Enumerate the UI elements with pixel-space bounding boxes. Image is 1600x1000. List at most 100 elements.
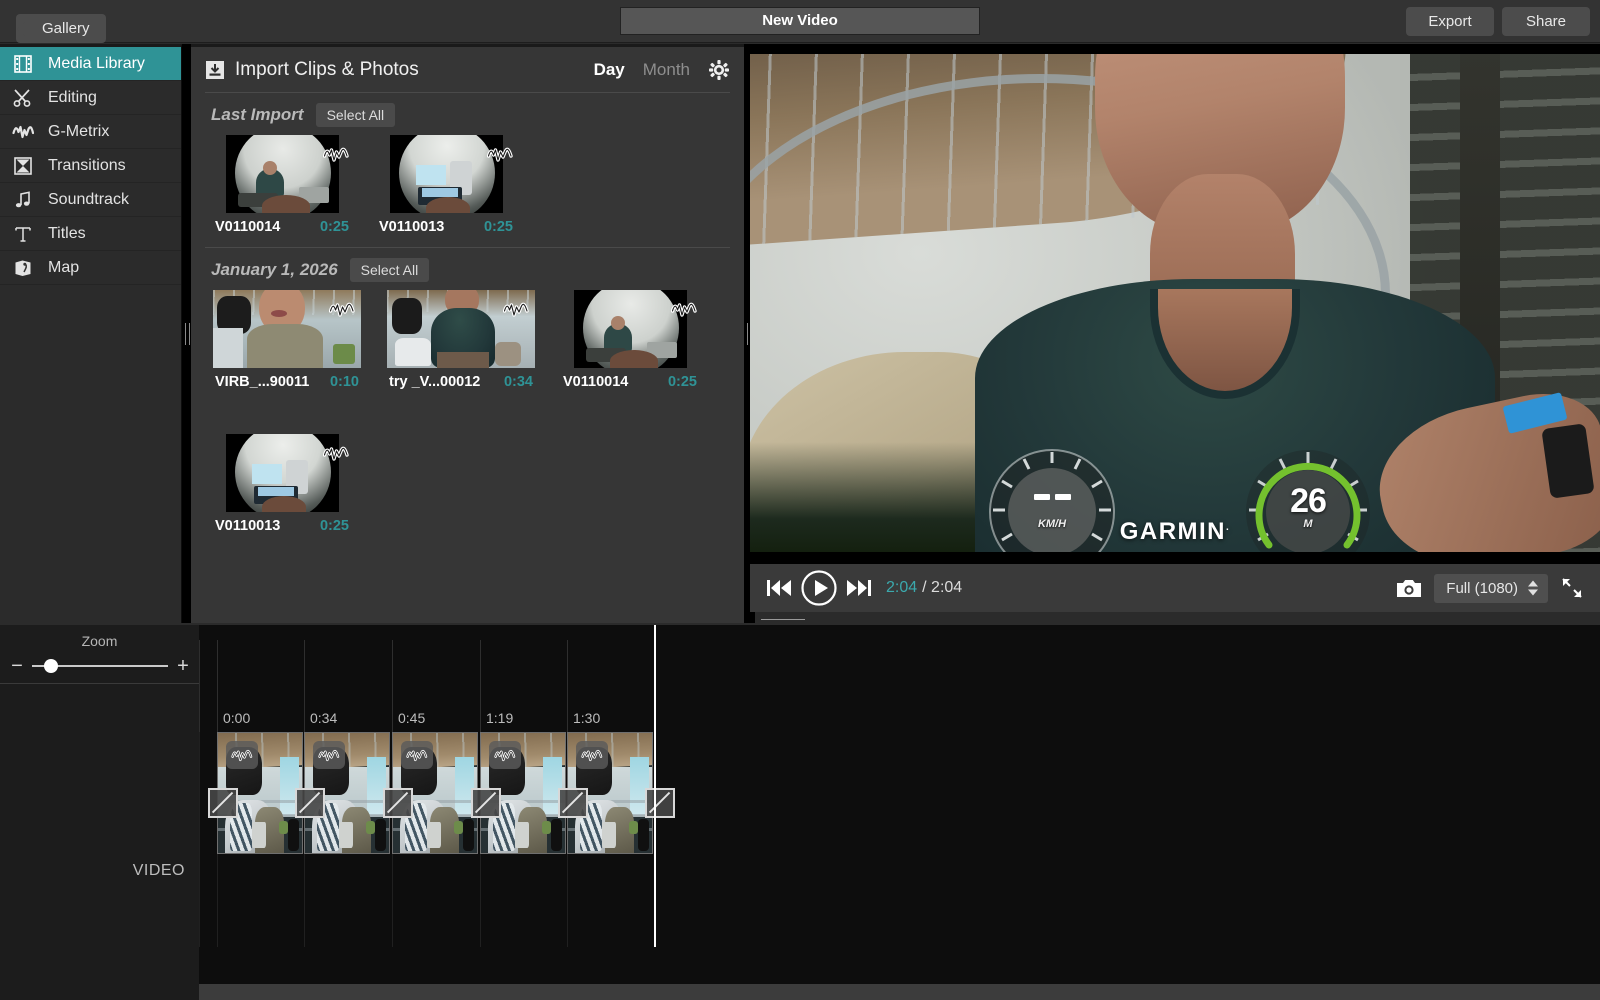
skip-back-icon[interactable] — [766, 576, 792, 600]
sidebar-item-label: Transitions — [48, 157, 126, 175]
transition-handle[interactable] — [383, 788, 413, 818]
transition-handle[interactable] — [558, 788, 588, 818]
video-track-label: VIDEO — [0, 862, 185, 880]
media-thumb[interactable]: try _V...00012 0:34 — [387, 290, 535, 390]
fullscreen-icon[interactable] — [1560, 576, 1584, 600]
gallery-back-button-inner[interactable]: Gallery — [16, 14, 106, 43]
ruler-tick: 0:00 — [217, 710, 250, 726]
ruler-tick: 1:19 — [480, 710, 513, 726]
clip-duration: 0:25 — [484, 219, 513, 235]
elevation-value: 26 — [1228, 482, 1388, 521]
sidebar-item-map[interactable]: Map — [0, 251, 181, 285]
zoom-label: Zoom — [0, 633, 199, 649]
sidebar-item-label: Soundtrack — [48, 191, 129, 209]
clip-name: VIRB_...90011 — [215, 374, 309, 390]
media-thumb[interactable]: V0110013 0:25 — [377, 135, 515, 235]
gmetrix-overlay: KM/H — [750, 382, 1600, 552]
clip-name: V0110014 — [215, 219, 280, 235]
gear-icon[interactable] — [708, 59, 730, 81]
export-button[interactable]: Export — [1406, 7, 1494, 36]
player-right-controls: Full (1080) — [1396, 574, 1584, 603]
top-actions: Export Share — [1406, 7, 1590, 36]
zoom-slider[interactable] — [32, 665, 168, 667]
gmetrix-icon — [503, 298, 529, 320]
transition-handle[interactable] — [471, 788, 501, 818]
timeline-ruler[interactable]: 0:00 0:34 0:45 1:19 1:30 — [199, 640, 1600, 732]
project-title-input[interactable]: New Video — [620, 7, 980, 35]
scissors-icon — [12, 87, 34, 109]
clip-duration: 0:34 — [504, 374, 533, 390]
sidebar-item-editing[interactable]: Editing — [0, 81, 181, 115]
sidebar-item-label: Titles — [48, 225, 86, 243]
transition-handle[interactable] — [645, 788, 675, 818]
camera-icon[interactable] — [1396, 577, 1422, 599]
zoom-out-button[interactable]: − — [10, 656, 24, 676]
current-time: 2:04 — [886, 579, 917, 597]
gmetrix-icon — [313, 741, 345, 769]
gmetrix-icon — [489, 741, 521, 769]
thumbnail-meta: V0110014 0:25 — [561, 368, 699, 390]
clip-duration: 0:10 — [330, 374, 359, 390]
transition-handle[interactable] — [295, 788, 325, 818]
play-button[interactable] — [800, 569, 838, 607]
share-button[interactable]: Share — [1502, 7, 1590, 36]
gmetrix-icon — [226, 741, 258, 769]
resolution-select[interactable]: Full (1080) — [1434, 574, 1548, 603]
video-preview-panel: KM/H — [750, 44, 1600, 612]
timeline-panel: Zoom − + VIDEO 0:00 0:34 0:45 — [0, 625, 1600, 1000]
select-all-button[interactable]: Select All — [316, 103, 396, 127]
media-grid-january: VIRB_...90011 0:10 — [191, 290, 744, 534]
gmetrix-icon — [487, 143, 513, 165]
playhead[interactable] — [654, 625, 656, 947]
preview-bottom-splitter[interactable] — [748, 614, 818, 624]
select-all-button[interactable]: Select All — [350, 258, 430, 282]
ruler-tick: 0:45 — [392, 710, 425, 726]
film-icon — [12, 53, 34, 75]
view-mode-month[interactable]: Month — [643, 60, 690, 80]
gmetrix-icon — [671, 298, 697, 320]
resolution-value: Full (1080) — [1446, 580, 1518, 597]
player-controls-bar: 2:04 / 2:04 Full (1080) — [750, 564, 1600, 612]
speed-value-dashes — [972, 494, 1132, 502]
thumbnail-meta: V0110013 0:25 — [377, 213, 515, 235]
ruler-tick: 0:34 — [304, 710, 337, 726]
timeline-horizontal-scrollbar[interactable] — [199, 984, 1600, 1000]
timeline-tracks[interactable]: 0:00 0:34 0:45 1:19 1:30 — [199, 625, 1600, 1000]
view-mode-day[interactable]: Day — [594, 60, 625, 80]
import-panel-header: Import Clips & Photos Day Month — [191, 47, 744, 92]
sidebar-item-transitions[interactable]: Transitions — [0, 149, 181, 183]
gmetrix-icon — [12, 121, 34, 143]
thumbnail-meta: VIRB_...90011 0:10 — [213, 368, 361, 390]
sidebar-item-label: Media Library — [48, 55, 145, 73]
sidebar-item-label: G-Metrix — [48, 123, 109, 141]
media-thumb[interactable]: V0110014 0:25 — [561, 290, 699, 390]
thumbnail-meta: V0110013 0:25 — [213, 512, 351, 534]
total-time: / 2:04 — [922, 579, 962, 597]
left-sidebar: Media Library Editing G-Metrix Transitio… — [0, 44, 182, 623]
stepper-arrows-icon[interactable] — [1528, 581, 1538, 596]
map-icon — [12, 257, 34, 279]
zoom-slider-row: − + — [10, 655, 190, 677]
video-frame: KM/H — [750, 54, 1600, 552]
sidebar-item-soundtrack[interactable]: Soundtrack — [0, 183, 181, 217]
clip-duration: 0:25 — [668, 374, 697, 390]
transition-handle[interactable] — [208, 788, 238, 818]
sidebar-item-g-metrix[interactable]: G-Metrix — [0, 115, 181, 149]
top-toolbar: Gallery New Video Export Share — [0, 0, 1600, 43]
import-panel-title: Import Clips & Photos — [235, 59, 419, 81]
zoom-in-button[interactable]: + — [176, 656, 190, 676]
video-canvas[interactable]: KM/H — [750, 44, 1600, 564]
sidebar-item-titles[interactable]: Titles — [0, 217, 181, 251]
clip-duration: 0:25 — [320, 219, 349, 235]
media-thumb[interactable]: V0110014 0:25 — [213, 135, 351, 235]
sidebar-item-media-library[interactable]: Media Library — [0, 47, 181, 81]
group-title: January 1, 2026 — [211, 260, 338, 280]
gmetrix-icon — [329, 298, 355, 320]
media-thumb[interactable]: V0110013 0:25 — [213, 434, 351, 534]
clip-duration: 0:25 — [320, 518, 349, 534]
media-thumb[interactable]: VIRB_...90011 0:10 — [213, 290, 361, 390]
clip-name: V0110013 — [379, 219, 444, 235]
zoom-slider-knob[interactable] — [44, 659, 58, 673]
skip-forward-icon[interactable] — [846, 576, 872, 600]
grip-line — [747, 323, 748, 345]
